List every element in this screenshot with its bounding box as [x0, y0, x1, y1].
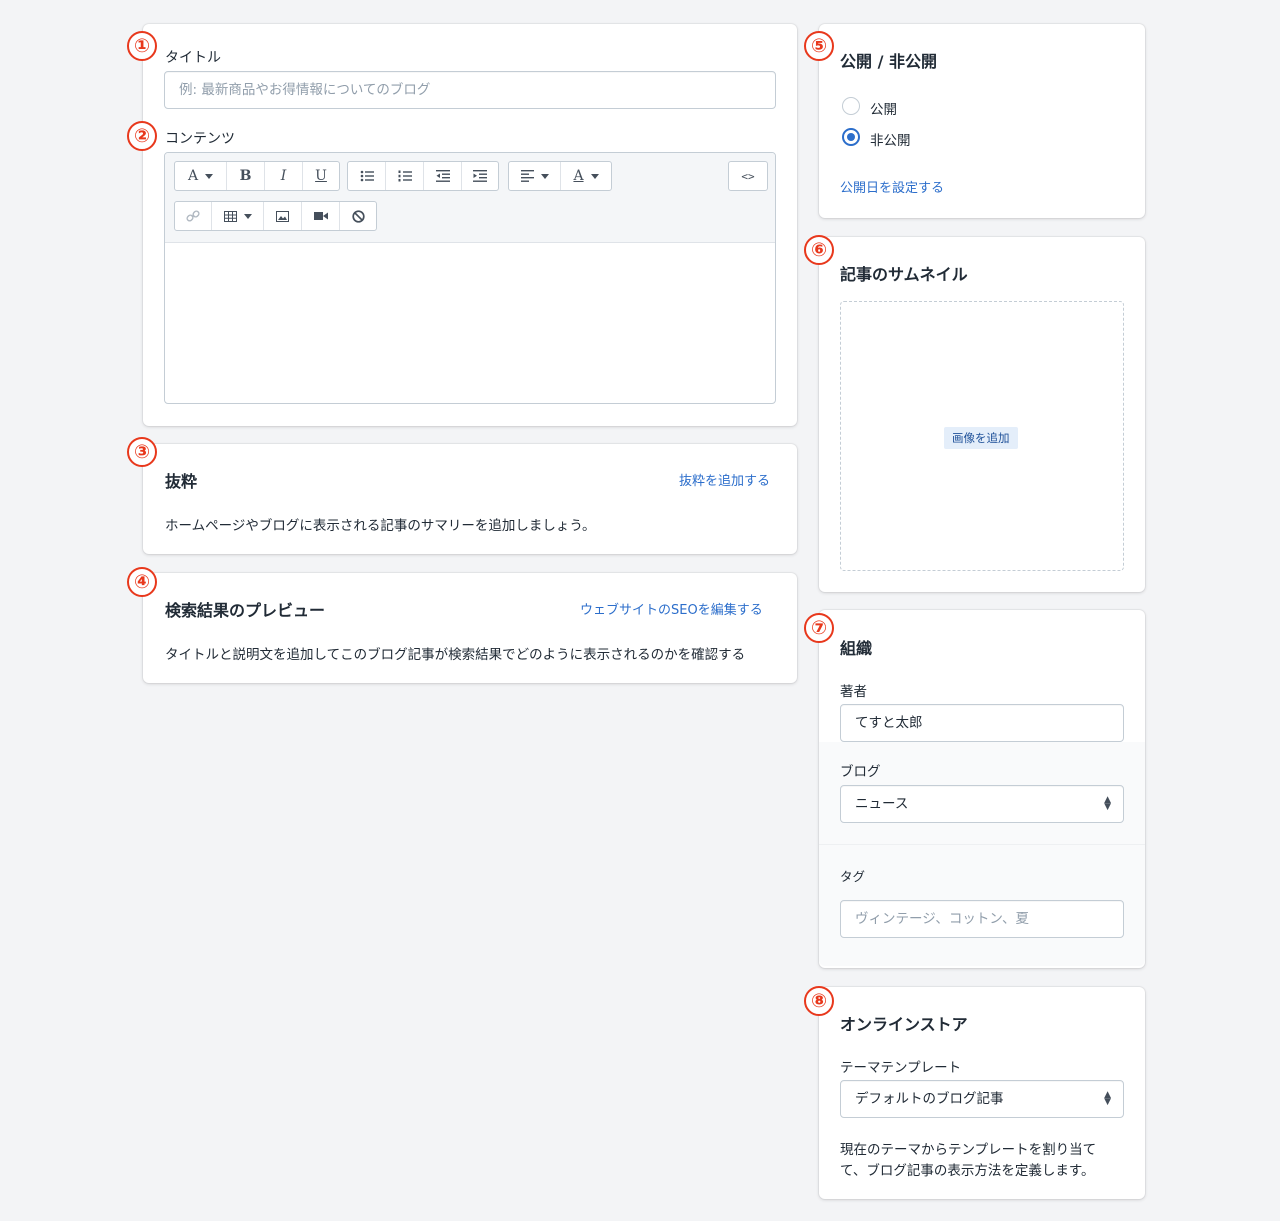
list-group [347, 161, 499, 191]
theme-template-label: テーマテンプレート [840, 1060, 962, 1076]
select-arrows-icon: ▲ ▼ [1104, 795, 1111, 812]
outdent-icon [435, 170, 450, 182]
indent-icon [473, 170, 487, 182]
bold-button[interactable]: B [227, 162, 265, 190]
content-label: コンテンツ [165, 131, 235, 147]
marker-4: ④ [127, 567, 157, 597]
text-color-dropdown-button[interactable]: A [561, 162, 611, 190]
link-icon [186, 210, 200, 222]
numbered-list-button[interactable] [386, 162, 424, 190]
author-input[interactable]: てすと太郎 [840, 704, 1124, 742]
marker-3: ③ [127, 437, 157, 467]
text-color-icon: A [573, 168, 584, 184]
italic-icon: I [280, 168, 287, 184]
table-icon [223, 210, 237, 222]
excerpt-description: ホームページやブログに表示される記事のサマリーを追加しましょう。 [165, 518, 596, 534]
title-label: タイトル [165, 50, 221, 66]
link-button[interactable] [175, 202, 212, 230]
add-image-button[interactable]: 画像を追加 [944, 427, 1018, 449]
format-group: A B I U [174, 161, 340, 191]
tags-input[interactable]: ヴィンテージ、コットン、夏 [840, 900, 1124, 938]
numbered-list-icon [398, 170, 412, 182]
seo-description: タイトルと説明文を追加してこのブログ記事が検索結果でどのように表示されるのかを確… [165, 647, 746, 663]
indent-button[interactable] [462, 162, 498, 190]
clear-format-button[interactable] [340, 202, 376, 230]
visible-option-label: 公開 [870, 102, 897, 118]
html-group: <> [728, 161, 768, 191]
underline-button[interactable]: U [303, 162, 339, 190]
align-left-icon [520, 170, 534, 182]
marker-6: ⑥ [804, 235, 834, 265]
bold-icon: B [239, 168, 252, 184]
blog-select-value: ニュース [855, 796, 909, 812]
theme-template-value: デフォルトのブログ記事 [855, 1091, 1004, 1107]
organization-heading: 組織 [840, 639, 873, 658]
online-store-heading: オンラインストア [840, 1015, 968, 1034]
italic-button[interactable]: I [265, 162, 303, 190]
video-icon [313, 212, 328, 220]
seo-heading: 検索結果のプレビュー [165, 601, 326, 620]
excerpt-heading: 抜粋 [165, 472, 198, 491]
hidden-option-label: 非公開 [870, 133, 911, 149]
set-publish-date-link[interactable]: 公開日を設定する [840, 177, 944, 196]
font-dropdown-button[interactable]: A [175, 162, 227, 190]
hidden-radio[interactable] [842, 128, 860, 146]
blog-label: ブログ [840, 764, 881, 780]
author-label: 著者 [840, 684, 867, 700]
theme-template-select[interactable]: デフォルトのブログ記事 ▲ ▼ [840, 1080, 1124, 1118]
bullet-list-icon [360, 170, 374, 182]
edit-seo-link[interactable]: ウェブサイトのSEOを編集する [580, 599, 763, 618]
table-dropdown-button[interactable] [212, 202, 264, 230]
thumbnail-heading: 記事のサムネイル [840, 265, 968, 284]
bullet-list-button[interactable] [348, 162, 386, 190]
align-dropdown-button[interactable] [509, 162, 561, 190]
underline-icon: U [315, 168, 327, 184]
tags-label: タグ [840, 869, 866, 884]
seo-preview-card [143, 573, 797, 683]
insert-group [174, 201, 377, 231]
align-color-group: A [508, 161, 612, 191]
marker-1: ① [127, 31, 157, 61]
visible-radio[interactable] [842, 97, 860, 115]
image-icon [276, 210, 289, 222]
insert-video-button[interactable] [302, 202, 340, 230]
content-editor[interactable]: A B I U A <> [164, 152, 776, 404]
editor-toolbar: A B I U A <> [165, 153, 775, 243]
online-store-description-line2: て、ブログ記事の表示方法を定義します。 [840, 1163, 1095, 1179]
title-input[interactable]: 例: 最新商品やお得情報についてのブログ [164, 71, 776, 109]
excerpt-card [143, 444, 797, 554]
code-icon: <> [741, 169, 755, 183]
insert-image-button[interactable] [264, 202, 302, 230]
online-store-description-line1: 現在のテーマからテンプレートを割り当て [840, 1142, 1097, 1158]
clear-format-icon [351, 209, 365, 223]
marker-7: ⑦ [804, 613, 834, 643]
marker-8: ⑧ [804, 986, 834, 1016]
add-excerpt-link[interactable]: 抜粋を追加する [679, 470, 770, 489]
html-source-button[interactable]: <> [729, 162, 767, 190]
blog-select[interactable]: ニュース ▲ ▼ [840, 785, 1124, 823]
marker-5: ⑤ [804, 31, 834, 61]
select-arrows-icon: ▲ ▼ [1104, 1090, 1111, 1107]
visibility-heading: 公開 / 非公開 [840, 52, 937, 71]
marker-2: ② [127, 121, 157, 151]
outdent-button[interactable] [424, 162, 462, 190]
font-icon: A [187, 168, 199, 184]
organization-divider [819, 844, 1145, 845]
